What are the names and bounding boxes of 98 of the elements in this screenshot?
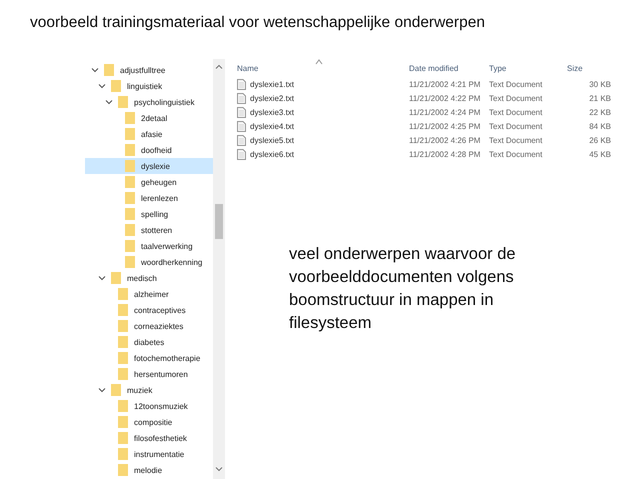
file-name[interactable]: dyslexie4.txt xyxy=(237,120,405,132)
folder-icon xyxy=(125,240,135,252)
folder-icon xyxy=(118,432,128,444)
file-cell-text: Text Document xyxy=(489,94,544,102)
document-icon xyxy=(237,148,246,160)
document-icon xyxy=(237,106,246,118)
chevron-icon[interactable] xyxy=(91,66,99,74)
folder-icon xyxy=(118,320,128,332)
file-cell-text: Text Document xyxy=(489,150,544,158)
document-icon xyxy=(237,92,246,104)
chevron-icon[interactable] xyxy=(98,274,106,282)
slide-title: voorbeeld trainingsmateriaal voor wetenschappelijke onderwerpen xyxy=(30,14,486,33)
file-cell-text: 11/21/2002 4:26 PM xyxy=(409,136,482,144)
file-cell-text: Text Document xyxy=(489,136,544,144)
tree-item[interactable]: compositie xyxy=(85,414,213,430)
tree-item[interactable]: psycholinguistiek xyxy=(85,94,213,110)
tree-item[interactable]: dyslexie xyxy=(85,158,213,174)
tree-item[interactable]: woordherkenning xyxy=(85,254,213,270)
document-icon xyxy=(237,134,246,146)
folder-icon xyxy=(125,128,135,140)
scroll-thumb[interactable] xyxy=(215,204,223,239)
column-header[interactable]: Date modified xyxy=(409,64,489,72)
file-cell-text: 30 KB xyxy=(588,80,611,88)
file-cell-text: 84 KB xyxy=(588,122,611,130)
folder-icon xyxy=(104,64,114,76)
folder-icon xyxy=(125,160,135,172)
tree-item[interactable]: muziek xyxy=(85,382,213,398)
file-cell-text: 11/21/2002 4:24 PM xyxy=(409,108,482,116)
tree-item[interactable]: spelling xyxy=(85,206,213,222)
file-name[interactable]: dyslexie3.txt xyxy=(237,106,405,118)
tree-item[interactable]: linguistiek xyxy=(85,78,213,94)
folder-icon xyxy=(125,256,135,268)
scrollbar[interactable] xyxy=(213,59,225,479)
file-cell-text: 11/21/2002 4:22 PM xyxy=(409,94,482,102)
file-cell-text: 21 KB xyxy=(588,94,611,102)
folder-icon xyxy=(118,368,128,380)
folder-icon xyxy=(118,416,128,428)
file-cell-text: 11/21/2002 4:21 PM xyxy=(409,80,482,88)
scroll-up-icon[interactable] xyxy=(215,63,223,71)
file-cell-text: Text Document xyxy=(489,108,544,116)
document-icon xyxy=(237,78,246,90)
tree-item[interactable]: geheugen xyxy=(85,174,213,190)
folder-icon xyxy=(118,304,128,316)
folder-icon xyxy=(111,80,121,92)
folder-icon xyxy=(125,192,135,204)
column-header[interactable]: Size xyxy=(567,64,611,72)
tree-item[interactable]: instrumentatie xyxy=(85,446,213,462)
chevron-icon[interactable] xyxy=(105,98,113,106)
folder-icon xyxy=(125,224,135,236)
tree-item[interactable]: taalverwerking xyxy=(85,238,213,254)
file-name[interactable]: dyslexie6.txt xyxy=(237,148,405,160)
folder-icon xyxy=(125,208,135,220)
file-cell-text: 11/21/2002 4:25 PM xyxy=(409,122,482,130)
tree-item[interactable]: medisch xyxy=(85,270,213,286)
sort-icon xyxy=(315,59,323,65)
tree-item[interactable]: contraceptives xyxy=(85,302,213,318)
folder-icon xyxy=(118,352,128,364)
tree-item[interactable]: melodie xyxy=(85,462,213,478)
tree-item[interactable]: hersentumoren xyxy=(85,366,213,382)
tree-item[interactable]: filosofesthetiek xyxy=(85,430,213,446)
folder-icon xyxy=(118,288,128,300)
file-name[interactable]: dyslexie1.txt xyxy=(237,78,405,90)
folder-icon xyxy=(125,112,135,124)
file-cell-text: 26 KB xyxy=(588,136,611,144)
file-name[interactable]: dyslexie2.txt xyxy=(237,92,405,104)
tree-item[interactable]: fotochemotherapie xyxy=(85,350,213,366)
folder-icon xyxy=(118,400,128,412)
tree-item[interactable]: doofheid xyxy=(85,142,213,158)
folder-icon xyxy=(125,144,135,156)
file-cell-text: 22 KB xyxy=(588,108,611,116)
scroll-down-icon[interactable] xyxy=(215,465,223,473)
tree-item[interactable]: stotteren xyxy=(85,222,213,238)
tree-item[interactable]: corneaziektes xyxy=(85,318,213,334)
file-cell-text: Text Document xyxy=(489,80,544,88)
folder-icon xyxy=(118,336,128,348)
folder-icon xyxy=(118,464,128,476)
folder-icon xyxy=(118,96,128,108)
tree-item[interactable]: 12toonsmuziek xyxy=(85,398,213,414)
file-cell-text: 11/21/2002 4:28 PM xyxy=(409,150,482,158)
tree-item[interactable]: alzheimer xyxy=(85,286,213,302)
folder-icon xyxy=(125,176,135,188)
tree-item[interactable]: diabetes xyxy=(85,334,213,350)
tree-item[interactable]: adjustfulltree xyxy=(85,62,213,78)
folder-icon xyxy=(111,272,121,284)
tree-item[interactable]: lerenlezen xyxy=(85,190,213,206)
chevron-icon[interactable] xyxy=(98,82,106,90)
folder-icon xyxy=(118,448,128,460)
tree-item[interactable]: afasie xyxy=(85,126,213,142)
column-header[interactable]: Type xyxy=(489,64,567,72)
chevron-icon[interactable] xyxy=(98,386,106,394)
document-icon xyxy=(237,120,246,132)
note-text: veel onderwerpen waarvoor de voorbeelddocumenten volgens boomstructuur in mappen in filesysteem xyxy=(289,244,517,334)
file-cell-text: Text Document xyxy=(489,122,544,130)
folder-icon xyxy=(111,384,121,396)
file-cell-text: 45 KB xyxy=(588,150,611,158)
column-header[interactable]: Name xyxy=(237,64,409,72)
tree-item[interactable]: 2detaal xyxy=(85,110,213,126)
file-name[interactable]: dyslexie5.txt xyxy=(237,134,405,146)
